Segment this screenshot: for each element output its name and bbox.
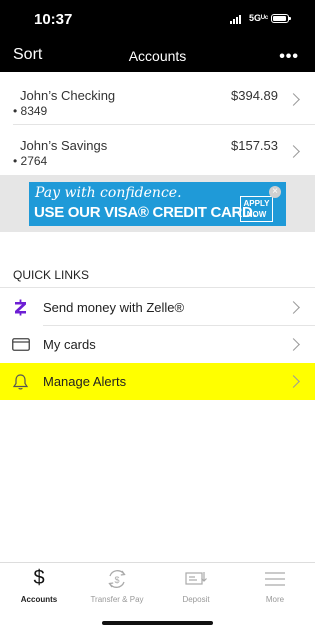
- chevron-right-icon: [287, 301, 300, 314]
- check-deposit-icon: [185, 572, 207, 585]
- signal-icon: [230, 14, 241, 24]
- apply-now-button[interactable]: APPLY NOW: [240, 196, 273, 222]
- chevron-right-icon: [287, 145, 300, 158]
- tab-label: More: [265, 595, 285, 604]
- chevron-right-icon: [287, 375, 300, 388]
- quick-link-zelle[interactable]: Send money with Zelle®: [0, 289, 315, 326]
- menu-icon: [265, 572, 285, 586]
- quick-links-header: QUICK LINKS: [13, 268, 90, 282]
- account-number: • 2764: [13, 154, 48, 168]
- tab-accounts[interactable]: $ Accounts: [0, 563, 78, 613]
- status-bar: 10:37 5Gᵁᶜ: [0, 0, 315, 40]
- promo-headline: Pay with confidence.: [35, 185, 182, 201]
- bell-icon: [12, 374, 29, 390]
- promo-subheadline: USE OUR VISA® CREDIT CARD.: [34, 204, 257, 221]
- account-row-checking[interactable]: John’s Checking • 8349 $394.89: [0, 75, 315, 125]
- quick-link-label: My cards: [43, 337, 96, 352]
- home-indicator[interactable]: [102, 621, 213, 625]
- quick-link-label: Manage Alerts: [43, 374, 127, 389]
- chevron-right-icon: [287, 93, 300, 106]
- tab-deposit[interactable]: Deposit: [157, 563, 235, 613]
- close-icon[interactable]: ×: [269, 186, 281, 198]
- transfer-icon: $: [108, 570, 126, 588]
- account-row-savings[interactable]: John’s Savings • 2764 $157.53: [0, 125, 315, 175]
- tab-label: Transfer & Pay: [90, 595, 144, 604]
- battery-icon: [271, 14, 291, 23]
- page-title: Accounts: [128, 48, 187, 64]
- promo-banner[interactable]: Pay with confidence. USE OUR VISA® CREDI…: [29, 182, 286, 226]
- zelle-icon: [15, 299, 26, 316]
- chevron-right-icon: [287, 338, 300, 351]
- quick-link-manage-alerts[interactable]: Manage Alerts: [0, 363, 315, 400]
- quick-link-my-cards[interactable]: My cards: [0, 326, 315, 363]
- account-balance: $394.89: [231, 88, 278, 103]
- dollar-icon: $: [33, 567, 45, 589]
- promo-banner-area: Pay with confidence. USE OUR VISA® CREDI…: [0, 175, 315, 232]
- account-name: John’s Savings: [20, 138, 108, 153]
- tab-label: Deposit: [182, 595, 210, 604]
- card-icon: [12, 338, 30, 351]
- account-name: John’s Checking: [20, 88, 116, 103]
- quick-link-label: Send money with Zelle®: [43, 300, 185, 315]
- svg-text:$: $: [114, 575, 119, 585]
- status-time: 10:37: [34, 11, 73, 28]
- nav-bar: Sort Accounts •••: [0, 40, 315, 72]
- tab-label: Accounts: [20, 595, 58, 604]
- tab-more[interactable]: More: [236, 563, 314, 613]
- now-label: NOW: [246, 210, 267, 219]
- sort-button[interactable]: Sort: [13, 46, 42, 64]
- tab-transfer-pay[interactable]: $ Transfer & Pay: [78, 563, 156, 613]
- account-number: • 8349: [13, 104, 48, 118]
- more-options-icon[interactable]: •••: [279, 48, 299, 66]
- divider: [0, 287, 315, 288]
- account-balance: $157.53: [231, 138, 278, 153]
- apply-label: APPLY: [243, 199, 270, 208]
- network-label: 5Gᵁᶜ: [249, 13, 269, 23]
